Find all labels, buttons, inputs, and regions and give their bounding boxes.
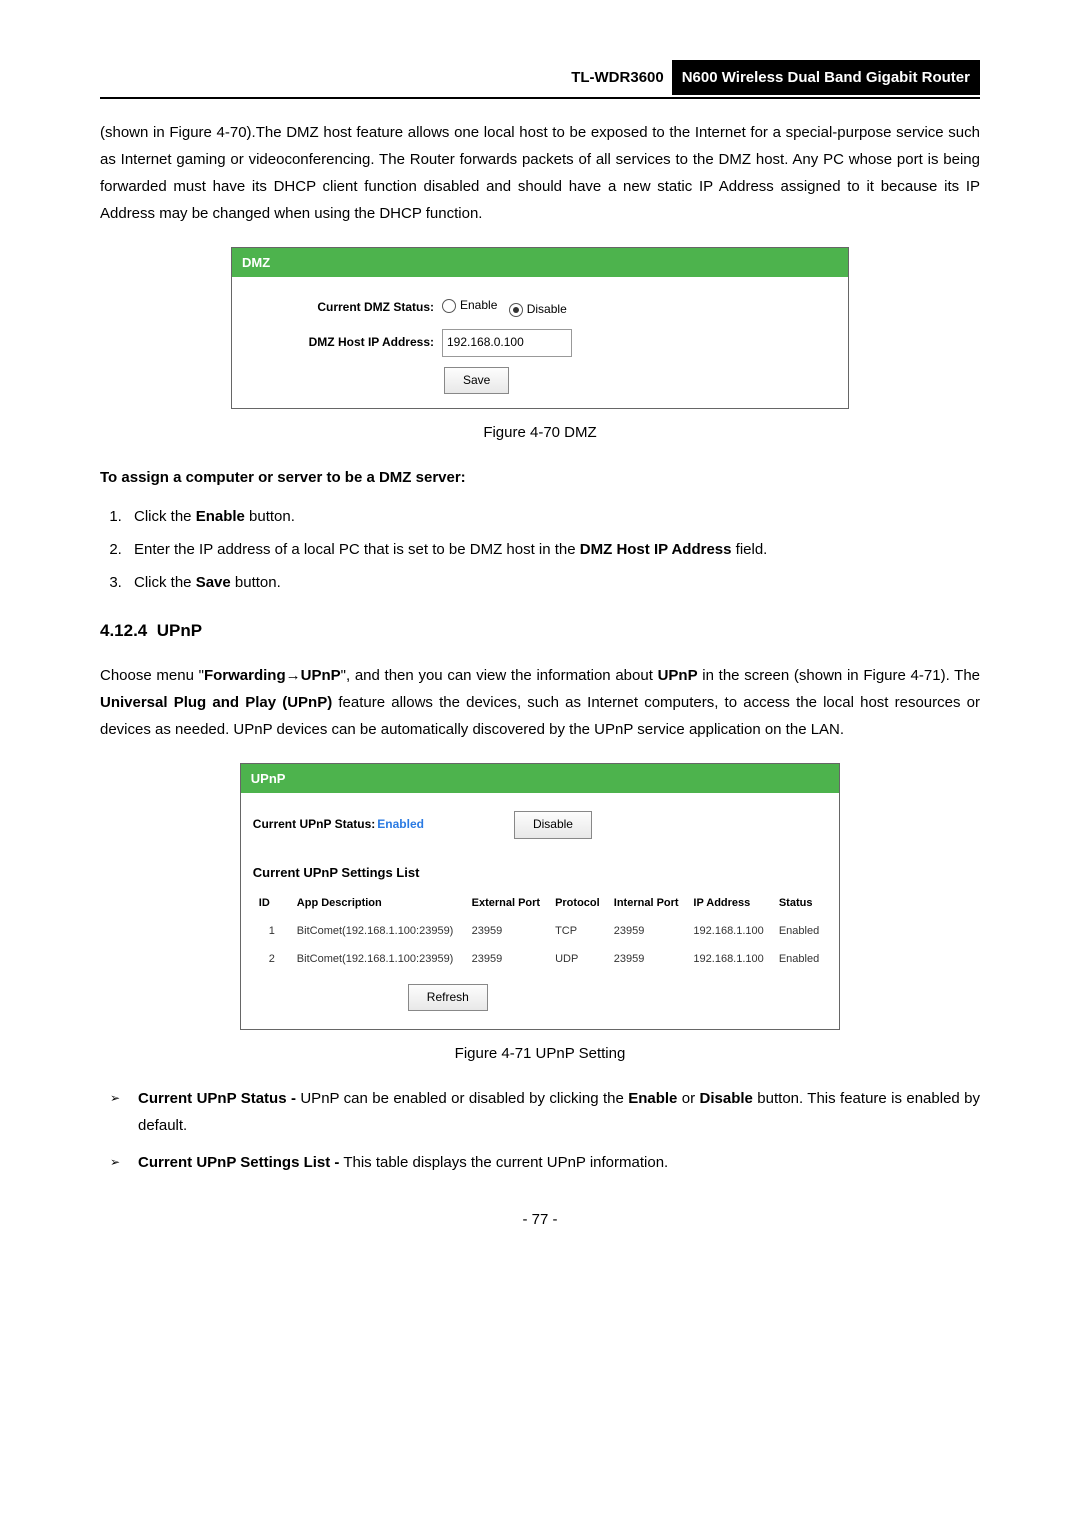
col-id: ID	[253, 890, 291, 918]
upnp-table: ID App Description External Port Protoco…	[253, 890, 827, 973]
col-int: Internal Port	[608, 890, 688, 918]
figure-4-70-caption: Figure 4-70 DMZ	[100, 419, 980, 446]
steps-list: Click the Enable button. Enter the IP ad…	[100, 503, 980, 596]
step-2: Enter the IP address of a local PC that …	[126, 536, 980, 563]
dmz-host-input[interactable]: 192.168.0.100	[442, 329, 572, 357]
upnp-status-label: Current UPnP Status:	[253, 814, 375, 836]
disable-button[interactable]: Disable	[514, 811, 592, 839]
page-header: TL-WDR3600 N600 Wireless Dual Band Gigab…	[100, 60, 980, 99]
col-ext: External Port	[466, 890, 549, 918]
table-header-row: ID App Description External Port Protoco…	[253, 890, 827, 918]
refresh-button[interactable]: Refresh	[408, 984, 488, 1012]
radio-icon	[442, 299, 456, 313]
radio-icon	[509, 303, 523, 317]
table-row: 1 BitComet(192.168.1.100:23959) 23959 TC…	[253, 918, 827, 946]
dmz-disable-radio[interactable]: Disable	[509, 299, 567, 321]
save-button[interactable]: Save	[444, 367, 509, 395]
disable-radio-label: Disable	[527, 299, 567, 321]
dmz-panel: DMZ Current DMZ Status: Enable Disable D…	[231, 247, 849, 409]
intro-paragraph: (shown in Figure 4-70).The DMZ host feat…	[100, 119, 980, 227]
enable-radio-label: Enable	[460, 295, 497, 317]
col-app: App Description	[291, 890, 466, 918]
col-proto: Protocol	[549, 890, 608, 918]
bullet-item: Current UPnP Settings List - This table …	[124, 1149, 980, 1176]
step-1: Click the Enable button.	[126, 503, 980, 530]
dmz-enable-radio[interactable]: Enable	[442, 295, 497, 317]
upnp-list-title: Current UPnP Settings List	[253, 861, 827, 884]
upnp-status-row: Current UPnP Status: Enabled Disable	[253, 811, 827, 839]
col-status: Status	[773, 890, 827, 918]
table-row: 2 BitComet(192.168.1.100:23959) 23959 UD…	[253, 946, 827, 974]
figure-4-71-caption: Figure 4-71 UPnP Setting	[100, 1040, 980, 1067]
upnp-status-value: Enabled	[377, 814, 424, 836]
step-3: Click the Save button.	[126, 569, 980, 596]
upnp-panel-title: UPnP	[241, 764, 839, 793]
upnp-paragraph: Choose menu "Forwarding→UPnP", and then …	[100, 662, 980, 743]
assign-heading: To assign a computer or server to be a D…	[100, 464, 980, 491]
dmz-host-label: DMZ Host IP Address:	[244, 332, 442, 354]
bullet-item: Current UPnP Status - UPnP can be enable…	[124, 1085, 980, 1139]
model-label: TL-WDR3600	[571, 64, 672, 91]
section-heading: 4.12.4 UPnP	[100, 616, 980, 647]
bullet-list: Current UPnP Status - UPnP can be enable…	[100, 1085, 980, 1176]
page-number: - 77 -	[100, 1206, 980, 1233]
product-name: N600 Wireless Dual Band Gigabit Router	[672, 60, 980, 95]
dmz-panel-title: DMZ	[232, 248, 848, 277]
col-ip: IP Address	[687, 890, 772, 918]
upnp-panel: UPnP Current UPnP Status: Enabled Disabl…	[240, 763, 840, 1030]
dmz-status-label: Current DMZ Status:	[244, 297, 442, 319]
